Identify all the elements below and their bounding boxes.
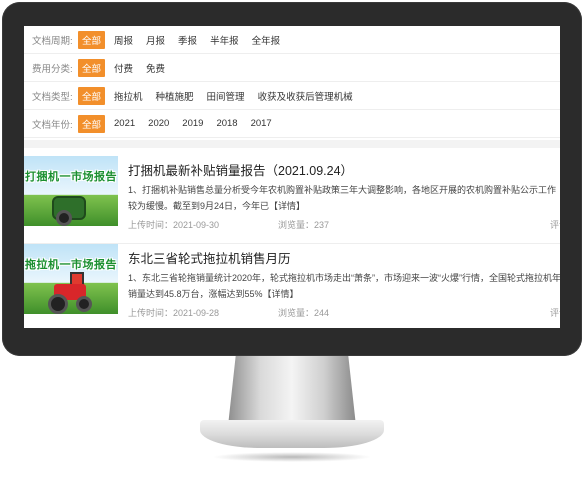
filter-option-2018[interactable]: 2018 (212, 116, 241, 131)
monitor-frame: 文档周期: 全部 周报 月报 季报 半年报 全年报 费用分类: 全部 付费 免费… (2, 2, 582, 356)
filter-option-weekly[interactable]: 周报 (110, 31, 137, 49)
screen: 文档周期: 全部 周报 月报 季报 半年报 全年报 费用分类: 全部 付费 免费… (24, 26, 560, 328)
filter-option-2017[interactable]: 2017 (247, 116, 276, 131)
details-link[interactable]: 【详情】 (263, 289, 299, 299)
filter-option-2019[interactable]: 2019 (178, 116, 207, 131)
monitor-stand-neck (228, 356, 356, 426)
filter-option-paid[interactable]: 付费 (110, 59, 137, 77)
monitor-stand-base (200, 420, 384, 448)
filter-option-all[interactable]: 全部 (78, 58, 106, 77)
details-link[interactable]: 【详情】 (269, 201, 305, 211)
article-title[interactable]: 打捆机最新补贴销量报告（2021.09.24） (128, 160, 353, 179)
filter-label: 文档周期: (32, 35, 73, 47)
filter-option-field-management[interactable]: 田间管理 (203, 87, 249, 105)
article-item[interactable]: 打捆机一市场报告 打捆机最新补贴销量报告（2021.09.24） 1、打捆机补贴… (24, 148, 560, 244)
stand-shadow (212, 452, 372, 462)
filter-row-period: 文档周期: 全部 周报 月报 季报 半年报 全年报 (24, 26, 560, 54)
article-thumbnail[interactable]: 打捆机一市场报告 (24, 156, 118, 226)
article-summary: 1、打捆机补贴销售总量分析受今年农机购置补贴政策三年大调整影响，各地区开展的农机… (128, 182, 560, 214)
filter-option-half-year[interactable]: 半年报 (206, 31, 243, 49)
filter-option-harvest-machinery[interactable]: 收获及收获后管理机械 (254, 87, 357, 105)
summary-text: 1、打捆机补贴销售总量分析受今年农机购置补贴政策三年大调整影响，各地区开展的农机… (128, 185, 557, 211)
comment-link[interactable]: 评论 (550, 218, 560, 231)
filter-row-year: 文档年份: 全部 2021 2020 2019 2018 2017 (24, 110, 560, 138)
filter-option-tractor[interactable]: 拖拉机 (110, 87, 147, 105)
summary-text: 1、东北三省轮拖销量统计2020年，轮式拖拉机市场走出“萧条”，市场迎来一波“火… (128, 273, 560, 299)
section-divider (24, 140, 560, 148)
filter-option-monthly[interactable]: 月报 (142, 31, 169, 49)
upload-date: 上传时间：2021-09-28 (128, 308, 220, 318)
filter-option-all[interactable]: 全部 (78, 114, 106, 133)
article-thumbnail[interactable]: 拖拉机一市场报告 (24, 244, 118, 314)
wheel-icon (76, 296, 92, 312)
filter-option-all[interactable]: 全部 (78, 86, 106, 105)
thumbnail-caption: 打捆机一市场报告 (25, 171, 117, 183)
thumbnail-caption: 拖拉机一市场报告 (25, 259, 117, 271)
wheel-icon (56, 210, 72, 226)
filter-option-2021[interactable]: 2021 (110, 116, 139, 131)
filter-option-quarterly[interactable]: 季报 (174, 31, 201, 49)
view-count: 浏览量：244 (278, 308, 330, 318)
filter-option-annual[interactable]: 全年报 (248, 31, 285, 49)
filter-option-free[interactable]: 免费 (142, 59, 169, 77)
article-title[interactable]: 东北三省轮式拖拉机销售月历 (128, 248, 291, 267)
filter-panel: 文档周期: 全部 周报 月报 季报 半年报 全年报 费用分类: 全部 付费 免费… (24, 26, 560, 138)
filter-label: 文档年份: (32, 119, 73, 131)
upload-date: 上传时间：2021-09-30 (128, 220, 220, 230)
filter-option-planting[interactable]: 种植施肥 (152, 87, 198, 105)
filter-option-2020[interactable]: 2020 (144, 116, 173, 131)
filter-row-type: 文档类型: 全部 拖拉机 种植施肥 田间管理 收获及收获后管理机械 (24, 82, 560, 110)
article-item[interactable]: 拖拉机一市场报告 东北三省轮式拖拉机销售月历 1、东北三省轮拖销量统计2020年… (24, 236, 560, 328)
article-summary: 1、东北三省轮拖销量统计2020年，轮式拖拉机市场走出“萧条”，市场迎来一波“火… (128, 270, 560, 302)
filter-label: 费用分类: (32, 63, 73, 75)
wheel-icon (48, 294, 68, 314)
comment-link[interactable]: 评论 (550, 306, 560, 319)
filter-label: 文档类型: (32, 91, 73, 103)
filter-row-fee: 费用分类: 全部 付费 免费 (24, 54, 560, 82)
view-count: 浏览量：237 (278, 220, 330, 230)
filter-option-all[interactable]: 全部 (78, 30, 106, 49)
